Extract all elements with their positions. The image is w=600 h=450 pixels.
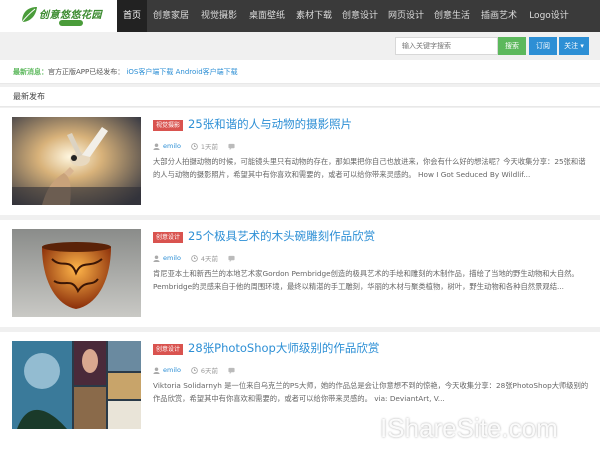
logo-badge (59, 20, 83, 26)
post-thumbnail[interactable] (12, 117, 141, 205)
post-time: 6天前 (200, 367, 219, 375)
notice-text: 官方正版APP已经发布： (48, 68, 125, 76)
search-bar: 搜索 订阅 关注 ▾ (0, 32, 600, 60)
site-logo[interactable]: 创意悠悠花园 (0, 0, 117, 32)
post-author[interactable]: emilo (163, 142, 181, 150)
post-author[interactable]: emilo (163, 254, 181, 262)
nav-item-web-design[interactable]: 网页设计 (383, 0, 429, 32)
post-meta: emilo 6天前 (153, 365, 235, 375)
post-item: 创意设计 25个极具艺术的木头碗雕刻作品欣赏 emilo 4天前 肯尼亚本土和新… (0, 220, 600, 327)
post-time: 4天前 (200, 255, 219, 263)
nav-item-creative-design[interactable]: 创意设计 (337, 0, 383, 32)
post-author[interactable]: emilo (163, 366, 181, 374)
section-title: 最新发布 (0, 87, 600, 107)
post-thumbnail[interactable] (12, 229, 141, 317)
comment-icon[interactable] (228, 143, 235, 150)
ios-download-link[interactable]: iOS客户端下载 (126, 68, 173, 76)
main-nav: 首页 创意家居 视觉摄影 桌面壁纸 素材下载 创意设计 网页设计 创意生活 插画… (117, 0, 575, 32)
post-time: 1天前 (200, 143, 219, 151)
user-icon (153, 254, 160, 262)
nav-item-creative-home[interactable]: 创意家居 (147, 0, 195, 32)
user-icon (153, 142, 160, 150)
nav-item-photography[interactable]: 视觉摄影 (195, 0, 243, 32)
comment-icon[interactable] (228, 367, 235, 374)
post-title-link[interactable]: 28张PhotoShop大师级别的作品欣赏 (188, 340, 379, 356)
clock-icon (191, 142, 198, 150)
nav-item-home[interactable]: 首页 (117, 0, 147, 32)
search-input[interactable] (395, 37, 498, 55)
post-meta: emilo 4天前 (153, 253, 235, 263)
android-download-link[interactable]: Android客户端下载 (176, 68, 238, 76)
announcement-bar: 最新消息：官方正版APP已经发布： iOS客户端下载 Android客户端下载 (0, 60, 600, 84)
search-button[interactable]: 搜索 (498, 37, 526, 55)
nav-item-logo-design[interactable]: Logo设计 (523, 0, 575, 32)
post-excerpt: 肯尼亚本土和新西兰的本地艺术家Gordon Pembridge创造的极具艺术的手… (153, 269, 579, 291)
follow-dropdown-button[interactable]: 关注 ▾ (559, 37, 589, 55)
post-category-tag[interactable]: 视觉摄影 (153, 120, 184, 131)
post-meta: emilo 1天前 (153, 141, 235, 151)
post-category-tag[interactable]: 创意设计 (153, 344, 184, 355)
post-title-link[interactable]: 25个极具艺术的木头碗雕刻作品欣赏 (188, 228, 375, 244)
nav-item-illustration[interactable]: 插画艺术 (475, 0, 523, 32)
leaf-logo-icon (21, 7, 37, 23)
nav-item-creative-life[interactable]: 创意生活 (429, 0, 475, 32)
nav-item-wallpaper[interactable]: 桌面壁纸 (243, 0, 291, 32)
post-thumbnail[interactable] (12, 341, 141, 429)
user-icon (153, 366, 160, 374)
top-nav-bar: 创意悠悠花园 首页 创意家居 视觉摄影 桌面壁纸 素材下载 创意设计 网页设计 … (0, 0, 600, 32)
post-title-link[interactable]: 25张和谐的人与动物的摄影照片 (188, 116, 352, 132)
clock-icon (191, 254, 198, 262)
watermark: IShareSite.com (380, 413, 558, 443)
nav-item-downloads[interactable]: 素材下载 (291, 0, 337, 32)
post-item: 视觉摄影 25张和谐的人与动物的摄影照片 emilo 1天前 大部分人拍摄动物的… (0, 108, 600, 215)
subscribe-button[interactable]: 订阅 (529, 37, 557, 55)
notice-label: 最新消息： (13, 68, 48, 76)
post-excerpt: 大部分人拍摄动物的时候，可能镜头里只有动物的存在，那如果把你自己也放进来，你会有… (153, 157, 586, 179)
post-category-tag[interactable]: 创意设计 (153, 232, 184, 243)
logo-text: 创意悠悠花园 (39, 10, 102, 21)
comment-icon[interactable] (228, 255, 235, 262)
clock-icon (191, 366, 198, 374)
